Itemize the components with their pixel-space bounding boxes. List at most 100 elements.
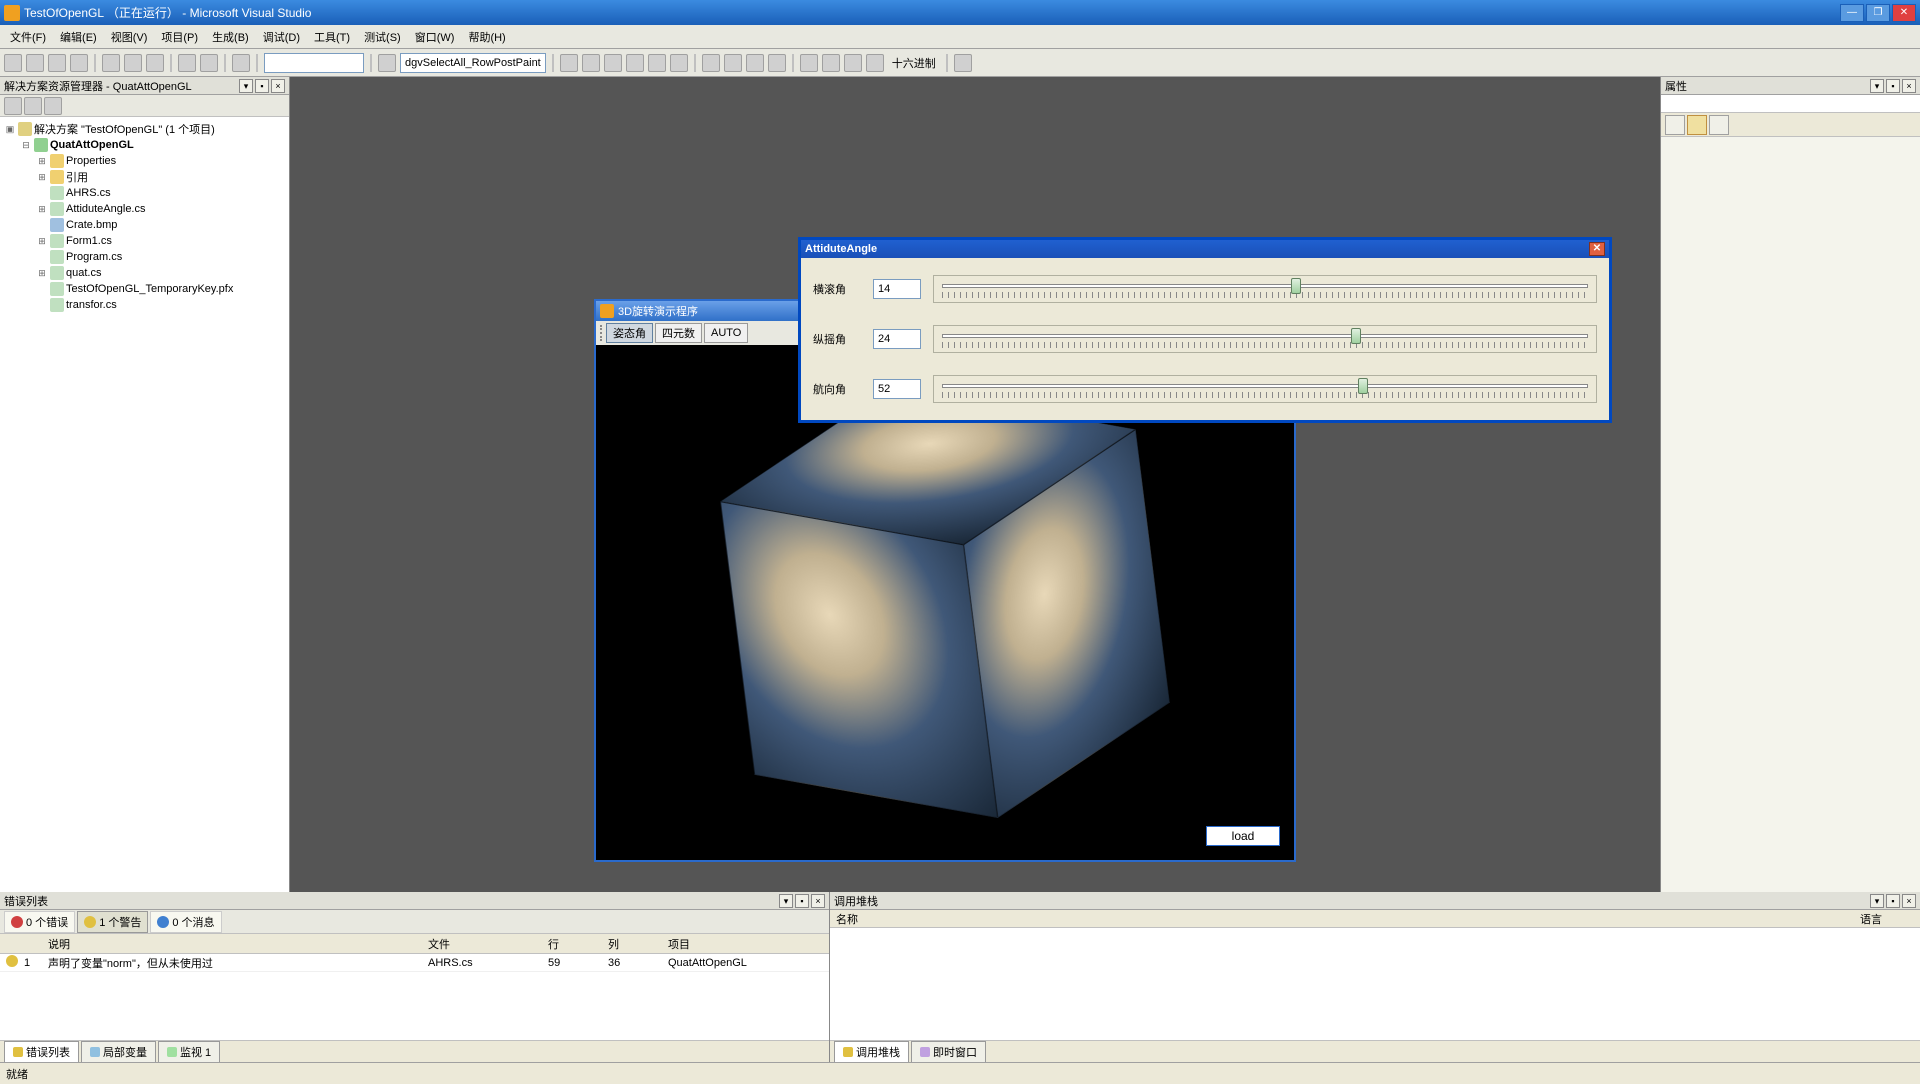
tab-watch[interactable]: 监视 1 (158, 1041, 220, 1062)
new-project-icon[interactable] (4, 54, 22, 72)
expand-icon[interactable]: ⊞ (36, 172, 48, 183)
panel-close-icon[interactable]: × (271, 79, 285, 93)
maximize-button[interactable]: ❐ (1866, 4, 1890, 22)
toolbar-icon[interactable] (582, 54, 600, 72)
menu-file[interactable]: 文件(F) (4, 27, 52, 47)
tree-item[interactable]: transfor.cs (4, 297, 285, 313)
slider-thumb[interactable] (1291, 278, 1301, 294)
quaternion-button[interactable]: 四元数 (655, 323, 702, 343)
toolbar-icon[interactable] (954, 54, 972, 72)
slider-thumb[interactable] (1358, 378, 1368, 394)
toolbar-icon[interactable] (670, 54, 688, 72)
redo-icon[interactable] (200, 54, 218, 72)
toolbar-icon[interactable] (560, 54, 578, 72)
step-into-icon[interactable] (800, 54, 818, 72)
panel-pin-icon[interactable]: ▪ (255, 79, 269, 93)
continue-icon[interactable] (702, 54, 720, 72)
tab-immediate[interactable]: 即时窗口 (911, 1041, 986, 1062)
menu-tools[interactable]: 工具(T) (308, 27, 356, 47)
col-line[interactable]: 行 (548, 936, 608, 952)
warnings-filter[interactable]: 1 个警告 (77, 911, 148, 933)
start-icon[interactable] (232, 54, 250, 72)
copy-icon[interactable] (124, 54, 142, 72)
config-combo[interactable] (264, 53, 364, 73)
panel-dropdown-icon[interactable]: ▾ (779, 894, 793, 908)
panel-dropdown-icon[interactable]: ▾ (239, 79, 253, 93)
expand-icon[interactable] (36, 220, 48, 230)
tree-item[interactable]: ⊞quat.cs (4, 265, 285, 281)
restart-icon[interactable] (768, 54, 786, 72)
panel-dropdown-icon[interactable]: ▾ (1870, 79, 1884, 93)
expand-icon[interactable] (36, 300, 48, 310)
minimize-button[interactable]: — (1840, 4, 1864, 22)
errors-filter[interactable]: 0 个错误 (4, 911, 75, 933)
tree-item[interactable]: Program.cs (4, 249, 285, 265)
show-all-icon[interactable] (24, 97, 42, 115)
expand-icon[interactable] (36, 188, 48, 198)
attitude-slider[interactable] (933, 275, 1597, 303)
tree-item[interactable]: ⊞引用 (4, 169, 285, 185)
tab-locals[interactable]: 局部变量 (81, 1041, 156, 1062)
toolbar-icon[interactable] (866, 54, 884, 72)
attitude-titlebar[interactable]: AttiduteAngle ✕ (801, 240, 1609, 258)
attitude-angle-button[interactable]: 姿态角 (606, 323, 653, 343)
slider-thumb[interactable] (1351, 328, 1361, 344)
panel-pin-icon[interactable]: ▪ (1886, 894, 1900, 908)
attitude-close-icon[interactable]: ✕ (1589, 242, 1605, 256)
expand-icon[interactable]: ▣ (4, 124, 16, 135)
properties-page-icon[interactable] (1709, 115, 1729, 135)
tree-item[interactable]: ⊞AttiduteAngle.cs (4, 201, 285, 217)
menu-view[interactable]: 视图(V) (105, 27, 154, 47)
categorized-icon[interactable] (1665, 115, 1685, 135)
expand-icon[interactable] (36, 284, 48, 294)
tree-item[interactable]: TestOfOpenGL_TemporaryKey.pfx (4, 281, 285, 297)
attitude-input[interactable] (873, 329, 921, 349)
col-file[interactable]: 文件 (428, 936, 548, 952)
attitude-input[interactable] (873, 379, 921, 399)
auto-button[interactable]: AUTO (704, 323, 748, 343)
method-combo[interactable]: dgvSelectAll_RowPostPaint (400, 53, 546, 73)
refresh-icon[interactable] (44, 97, 62, 115)
toolbar-icon[interactable] (648, 54, 666, 72)
save-icon[interactable] (48, 54, 66, 72)
pause-icon[interactable] (724, 54, 742, 72)
properties-object-combo[interactable] (1661, 95, 1920, 113)
step-over-icon[interactable] (822, 54, 840, 72)
col-column[interactable]: 列 (608, 936, 668, 952)
menu-edit[interactable]: 编辑(E) (54, 27, 103, 47)
col-project[interactable]: 项目 (668, 936, 829, 952)
panel-close-icon[interactable]: × (1902, 79, 1916, 93)
menu-window[interactable]: 窗口(W) (409, 27, 461, 47)
tree-item[interactable]: ⊞Form1.cs (4, 233, 285, 249)
toolbar-icon[interactable] (604, 54, 622, 72)
attitude-slider[interactable] (933, 375, 1597, 403)
expand-icon[interactable]: ⊟ (20, 140, 32, 151)
cut-icon[interactable] (102, 54, 120, 72)
expand-icon[interactable]: ⊞ (36, 204, 48, 215)
panel-close-icon[interactable]: × (811, 894, 825, 908)
menu-project[interactable]: 项目(P) (155, 27, 204, 47)
save-all-icon[interactable] (70, 54, 88, 72)
paste-icon[interactable] (146, 54, 164, 72)
menu-test[interactable]: 测试(S) (358, 27, 407, 47)
col-lang[interactable]: 语言 (1860, 911, 1920, 927)
find-icon[interactable] (378, 54, 396, 72)
panel-pin-icon[interactable]: ▪ (1886, 79, 1900, 93)
toolbar-icon[interactable] (626, 54, 644, 72)
undo-icon[interactable] (178, 54, 196, 72)
tab-callstack[interactable]: 调用堆栈 (834, 1041, 909, 1062)
panel-close-icon[interactable]: × (1902, 894, 1916, 908)
stop-icon[interactable] (746, 54, 764, 72)
hex-label[interactable]: 十六进制 (892, 55, 936, 71)
tree-project[interactable]: ⊟ QuatAttOpenGL (4, 137, 285, 153)
load-button[interactable]: load (1206, 826, 1280, 846)
attitude-input[interactable] (873, 279, 921, 299)
tree-item[interactable]: AHRS.cs (4, 185, 285, 201)
messages-filter[interactable]: 0 个消息 (150, 911, 221, 933)
error-row[interactable]: 1声明了变量"norm"，但从未使用过AHRS.cs5936QuatAttOpe… (0, 954, 829, 972)
close-button[interactable]: ✕ (1892, 4, 1916, 22)
menu-build[interactable]: 生成(B) (206, 27, 255, 47)
properties-icon[interactable] (4, 97, 22, 115)
attitude-dialog[interactable]: AttiduteAngle ✕ 横滚角 纵摇角 航向角 (798, 237, 1612, 423)
grip-icon[interactable] (600, 325, 604, 341)
